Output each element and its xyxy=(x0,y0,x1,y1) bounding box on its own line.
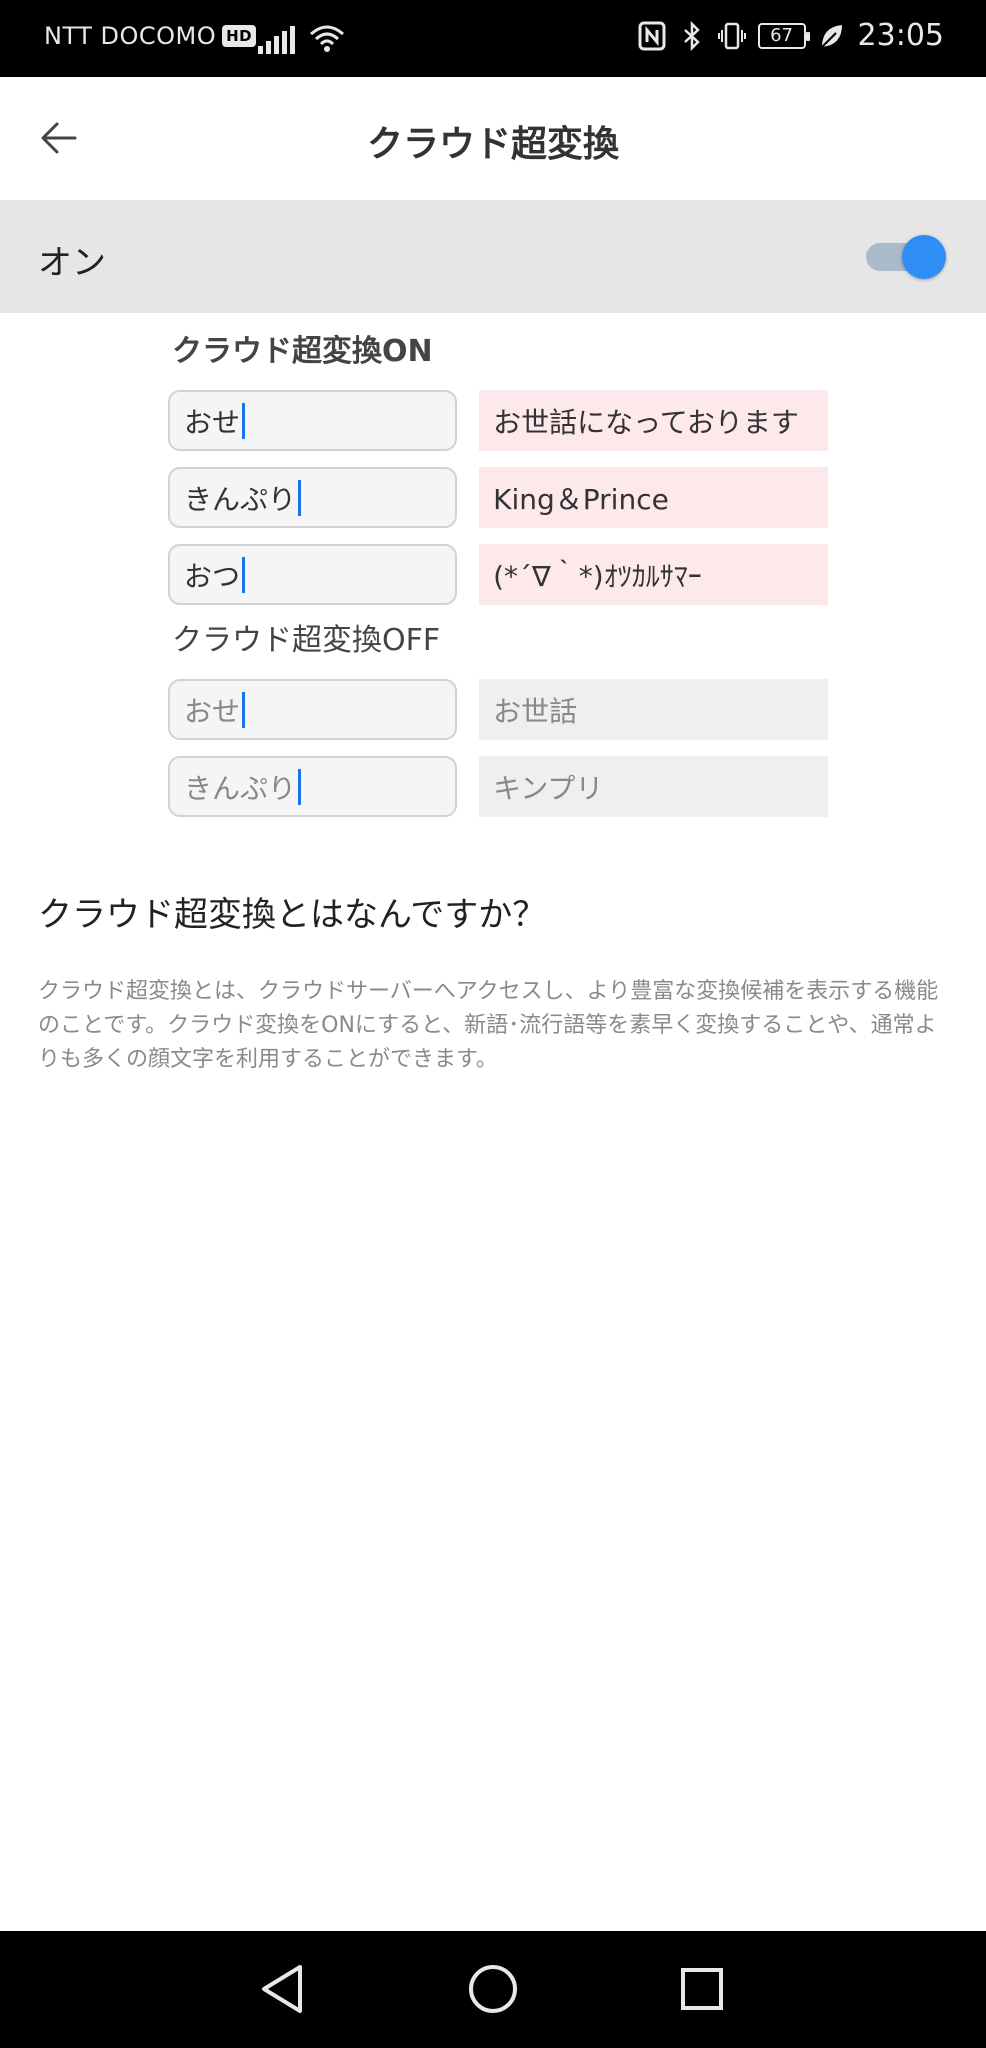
signal-icon xyxy=(258,26,295,54)
toggle-label: オン xyxy=(38,243,106,283)
on-heading: クラウド超変換ON xyxy=(172,334,433,369)
nfc-icon xyxy=(638,21,666,50)
nav-home-button[interactable] xyxy=(463,1959,523,2019)
example-row: おせ お世話になっております xyxy=(168,390,828,451)
example-input: きんぷり xyxy=(168,467,458,528)
input-text: きんぷり xyxy=(184,482,297,516)
faq-title: クラウド超変換とはなんですか？ xyxy=(38,895,547,935)
input-text: おせ xyxy=(184,694,241,728)
example-result: お世話 xyxy=(479,679,828,740)
text-caret xyxy=(242,402,246,439)
example-input: おつ xyxy=(168,544,458,605)
example-row: きんぷり キンプリ xyxy=(168,756,828,817)
nav-back-button[interactable] xyxy=(252,1959,312,2019)
system-nav-bar xyxy=(0,1931,986,2048)
switch-thumb xyxy=(902,235,946,279)
triangle-back-icon xyxy=(262,1965,302,2013)
example-input: おせ xyxy=(168,679,458,740)
clock: 23:05 xyxy=(857,18,944,53)
faq-body: クラウド超変換とは、クラウドサーバーへアクセスし、より豊富な変換候補を表示する機… xyxy=(38,979,939,1072)
battery-icon: 67 xyxy=(757,22,810,49)
example-result: King＆Prince xyxy=(479,467,828,528)
vibrate-icon xyxy=(717,22,746,49)
carrier-info: NTT DOCOMO HD xyxy=(44,22,257,50)
bluetooth-icon xyxy=(683,20,700,51)
text-caret xyxy=(242,691,246,728)
circle-home-icon xyxy=(469,1965,517,2013)
text-caret xyxy=(298,768,302,805)
hd-badge: HD xyxy=(222,25,257,47)
nav-recents-button[interactable] xyxy=(672,1959,732,2019)
example-input: おせ xyxy=(168,390,458,451)
cloud-conversion-switch[interactable] xyxy=(866,235,946,279)
wifi-icon xyxy=(310,25,344,52)
status-bar: NTT DOCOMO HD 67 23:05 xyxy=(0,0,986,77)
input-text: おつ xyxy=(184,559,241,593)
carrier-name: NTT DOCOMO xyxy=(44,22,217,50)
example-result: キンプリ xyxy=(479,756,828,817)
example-row: おせ お世話 xyxy=(168,679,828,740)
conversion-examples: クラウド超変換ON おせ お世話になっております きんぷり King＆Princ… xyxy=(168,330,828,817)
input-text: きんぷり xyxy=(184,771,297,805)
app-bar: クラウド超変換 xyxy=(0,77,986,201)
leaf-icon xyxy=(820,24,842,48)
example-result: お世話になっております xyxy=(479,390,828,451)
text-caret xyxy=(242,556,246,593)
cloud-conversion-toggle-row[interactable]: オン xyxy=(0,201,986,313)
text-caret xyxy=(298,479,302,516)
status-right: 67 23:05 xyxy=(638,18,944,53)
example-input: きんぷり xyxy=(168,756,458,817)
input-text: おせ xyxy=(184,405,241,439)
example-result: (*´∇｀*)ｵﾂｶﾙｻﾏｰ xyxy=(479,544,828,605)
example-row: きんぷり King＆Prince xyxy=(168,467,828,528)
signal-group xyxy=(258,20,345,54)
page-title: クラウド超変換 xyxy=(366,124,619,165)
example-row: おつ (*´∇｀*)ｵﾂｶﾙｻﾏｰ xyxy=(168,544,828,605)
square-recents-icon xyxy=(681,1968,723,2010)
off-heading: クラウド超変換OFF xyxy=(172,623,441,658)
